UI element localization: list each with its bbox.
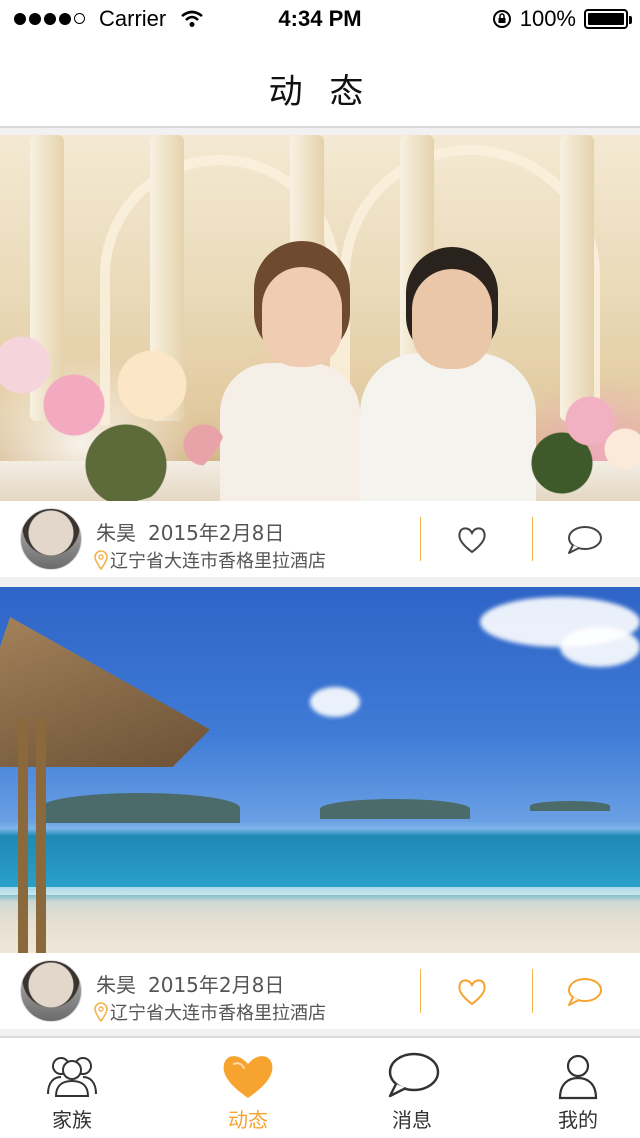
feed-post: 朱昊 2015年2月8日 辽宁省大连市香格里拉酒店 [0, 135, 640, 577]
location-label: 辽宁省大连市香格里拉酒店 [110, 551, 326, 572]
post-photo-beach[interactable] [0, 587, 640, 953]
heart-icon [223, 1056, 273, 1098]
post-photo-wedding[interactable] [0, 135, 640, 501]
comment-bubble-icon[interactable] [566, 977, 602, 1007]
post-location: 辽宁省大连市香格里拉酒店 [94, 547, 326, 573]
author-name[interactable]: 朱昊 [96, 969, 136, 998]
post-meta-row: 朱昊 2015年2月8日 辽宁省大连市香格里拉酒店 [0, 501, 640, 577]
tab-label: 消息 [392, 1108, 432, 1132]
tab-label: 我的 [558, 1108, 598, 1132]
battery-percentage: 100% [519, 6, 576, 31]
author-name[interactable]: 朱昊 [96, 517, 136, 546]
location-pin-icon [94, 550, 108, 570]
tab-moments[interactable]: 动态 [168, 1038, 328, 1138]
location-label: 辽宁省大连市香格里拉酒店 [110, 1003, 326, 1024]
avatar[interactable] [20, 508, 82, 570]
message-icon [388, 1052, 440, 1098]
comment-bubble-icon[interactable] [566, 525, 602, 555]
avatar[interactable] [20, 960, 82, 1022]
family-icon [47, 1057, 97, 1097]
feed-post: 朱昊 2015年2月8日 辽宁省大连市香格里拉酒店 [0, 587, 640, 1029]
like-heart-icon[interactable] [456, 977, 488, 1007]
page-title: 动 态 [268, 72, 372, 112]
divider [532, 969, 533, 1013]
divider [532, 517, 533, 561]
nav-bar: 动 态 [0, 40, 640, 128]
status-bar: Carrier 4:34 PM 100% [0, 0, 640, 40]
post-meta-row: 朱昊 2015年2月8日 辽宁省大连市香格里拉酒店 [0, 953, 640, 1029]
divider [420, 517, 421, 561]
location-pin-icon [94, 1002, 108, 1022]
feed-list[interactable]: 朱昊 2015年2月8日 辽宁省大连市香格里拉酒店 朱昊 2015年2月8日 辽… [0, 135, 640, 1029]
divider [420, 969, 421, 1013]
tab-label: 动态 [228, 1108, 268, 1132]
tab-messages[interactable]: 消息 [332, 1038, 492, 1138]
tab-profile[interactable]: 我的 [498, 1038, 640, 1138]
battery-icon [584, 9, 632, 29]
tab-bar: 家族 动态 消息 我的 [0, 1036, 640, 1138]
post-date: 2015年2月8日 [148, 521, 285, 545]
profile-icon [558, 1054, 598, 1100]
tab-label: 家族 [52, 1108, 92, 1132]
like-heart-icon[interactable] [456, 525, 488, 555]
rotation-lock-icon [492, 10, 511, 28]
post-location: 辽宁省大连市香格里拉酒店 [94, 999, 326, 1025]
tab-family[interactable]: 家族 [0, 1038, 152, 1138]
post-date: 2015年2月8日 [148, 973, 285, 997]
